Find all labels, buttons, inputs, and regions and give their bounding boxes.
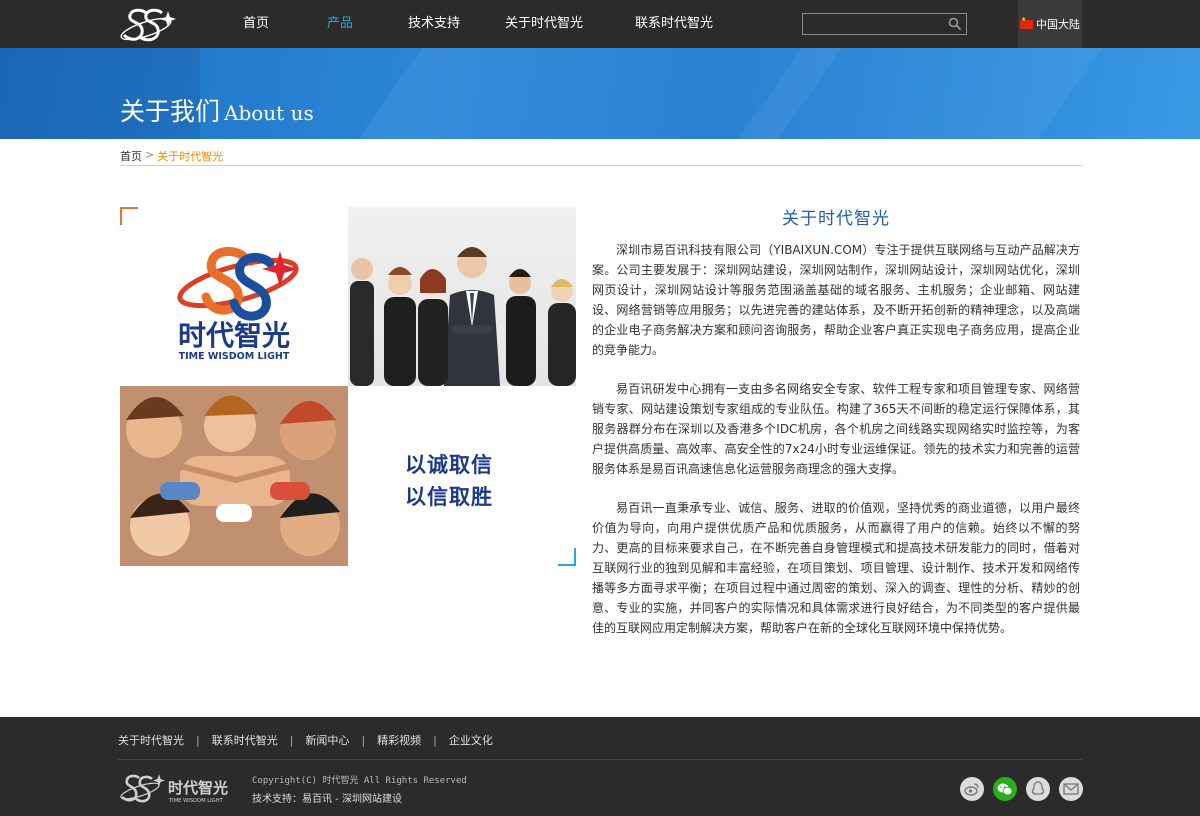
teamwork-hands-photo — [120, 386, 348, 566]
brand-name-en-text: TIME WISDOM LIGHT — [179, 351, 290, 362]
slogan-tile: 以诚取信 以信取胜 — [348, 386, 576, 566]
search-box — [802, 13, 967, 35]
nav-item-tech-support[interactable]: 技术支持 — [394, 0, 474, 48]
top-navigation-bar: 首页 产品 技术支持 关于时代智光 联系时代智光 中国大陆 — [0, 0, 1200, 48]
breadcrumb-home[interactable]: 首页 — [120, 148, 142, 165]
footer-separator: | — [433, 733, 437, 747]
decorative-corner-bottom-right — [558, 548, 576, 566]
slogan-line-1: 以诚取信 — [405, 453, 493, 477]
business-team-photo — [348, 207, 576, 386]
brand-logo-tile: 时代智光 TIME WISDOM LIGHT — [120, 207, 348, 386]
wechat-icon — [997, 783, 1013, 796]
tech-support-text: 技术支持：易百讯 - 深圳网站建设 — [252, 794, 402, 805]
email-icon — [1063, 783, 1079, 795]
region-label: 中国大陆 — [1036, 18, 1080, 31]
site-logo[interactable] — [118, 7, 176, 43]
footer-links: 关于时代智光 | 联系时代智光 | 新闻中心 | 精彩视频 | 企业文化 — [118, 732, 493, 748]
article-title: 关于时代智光 — [782, 209, 890, 229]
email-button[interactable] — [1059, 777, 1083, 801]
nav-item-about[interactable]: 关于时代智光 — [489, 0, 599, 48]
nav-item-products[interactable]: 产品 — [296, 0, 384, 48]
footer-link-contact[interactable]: 联系时代智光 — [212, 732, 278, 748]
teamwork-hands-illustration — [120, 386, 348, 566]
article-paragraph: 深圳市易百讯科技有限公司（YIBAIXUN.COM）专注于提供互联网络与互动产品… — [592, 243, 1080, 357]
about-article: 关于时代智光 深圳市易百讯科技有限公司（YIBAIXUN.COM）专注于提供互联… — [592, 204, 1080, 657]
footer-link-culture[interactable]: 企业文化 — [449, 732, 493, 748]
banner-title-cn: 关于我们 — [120, 97, 221, 126]
brand-name-text: 时代智光 — [178, 319, 290, 352]
region-selector[interactable]: 中国大陆 — [1018, 0, 1082, 48]
nav-item-home[interactable]: 首页 — [226, 0, 286, 48]
china-flag-icon — [1020, 16, 1033, 29]
site-footer: 关于时代智光 | 联系时代智光 | 新闻中心 | 精彩视频 | 企业文化 时代智… — [0, 717, 1200, 816]
wechat-button[interactable] — [993, 777, 1017, 801]
business-team-illustration — [350, 247, 576, 386]
footer-link-about[interactable]: 关于时代智光 — [118, 732, 184, 748]
copyright-text: Copyright(C) 时代智光 All Rights Reserved — [252, 776, 467, 786]
brand-logo-image: 时代智光 TIME WISDOM LIGHT — [177, 247, 299, 362]
qq-icon — [1031, 781, 1045, 795]
footer-divider — [118, 759, 1082, 760]
main-nav: 首页 产品 技术支持 关于时代智光 联系时代智光 — [226, 0, 729, 48]
weibo-button[interactable] — [960, 777, 984, 801]
search-input[interactable] — [803, 15, 943, 35]
slogan-line-2: 以信取胜 — [405, 485, 493, 509]
footer-separator: | — [361, 733, 366, 747]
article-paragraph: 易百讯一直秉承专业、诚信、服务、进取的价值观，坚持优秀的商业道德，以用户最终价值… — [592, 501, 1080, 635]
footer-separator: | — [289, 733, 294, 747]
qq-button[interactable] — [1026, 777, 1050, 801]
page-banner: 关于我们 About us — [0, 48, 1200, 139]
footer-logo-text-en: TIME WISDOM LIGHT — [168, 798, 224, 804]
search-icon[interactable] — [948, 17, 962, 31]
social-links — [960, 777, 1083, 801]
footer-logo[interactable]: 时代智光 TIME WISDOM LIGHT — [118, 771, 238, 805]
breadcrumb-current: 关于时代智光 — [157, 150, 224, 163]
footer-separator: | — [196, 733, 200, 747]
breadcrumb: 首页 > 关于时代智光 — [120, 148, 1082, 166]
banner-title-en: About us — [224, 101, 314, 125]
about-image-collage: 时代智光 TIME WISDOM LIGHT 以诚取信 以信取胜 — [120, 207, 576, 566]
article-paragraph: 易百讯研发中心拥有一支由多名网络安全专家、软件工程专家和项目管理专家、网络营销专… — [592, 382, 1080, 476]
weibo-icon — [964, 783, 979, 796]
decorative-corner-top-left — [120, 207, 138, 225]
footer-link-news[interactable]: 新闻中心 — [305, 732, 349, 748]
breadcrumb-separator: > — [145, 148, 155, 161]
banner-title: 关于我们 About us — [120, 92, 314, 128]
footer-link-videos[interactable]: 精彩视频 — [377, 732, 421, 748]
footer-logo-text: 时代智光 — [168, 779, 228, 797]
nav-item-contact[interactable]: 联系时代智光 — [619, 0, 729, 48]
